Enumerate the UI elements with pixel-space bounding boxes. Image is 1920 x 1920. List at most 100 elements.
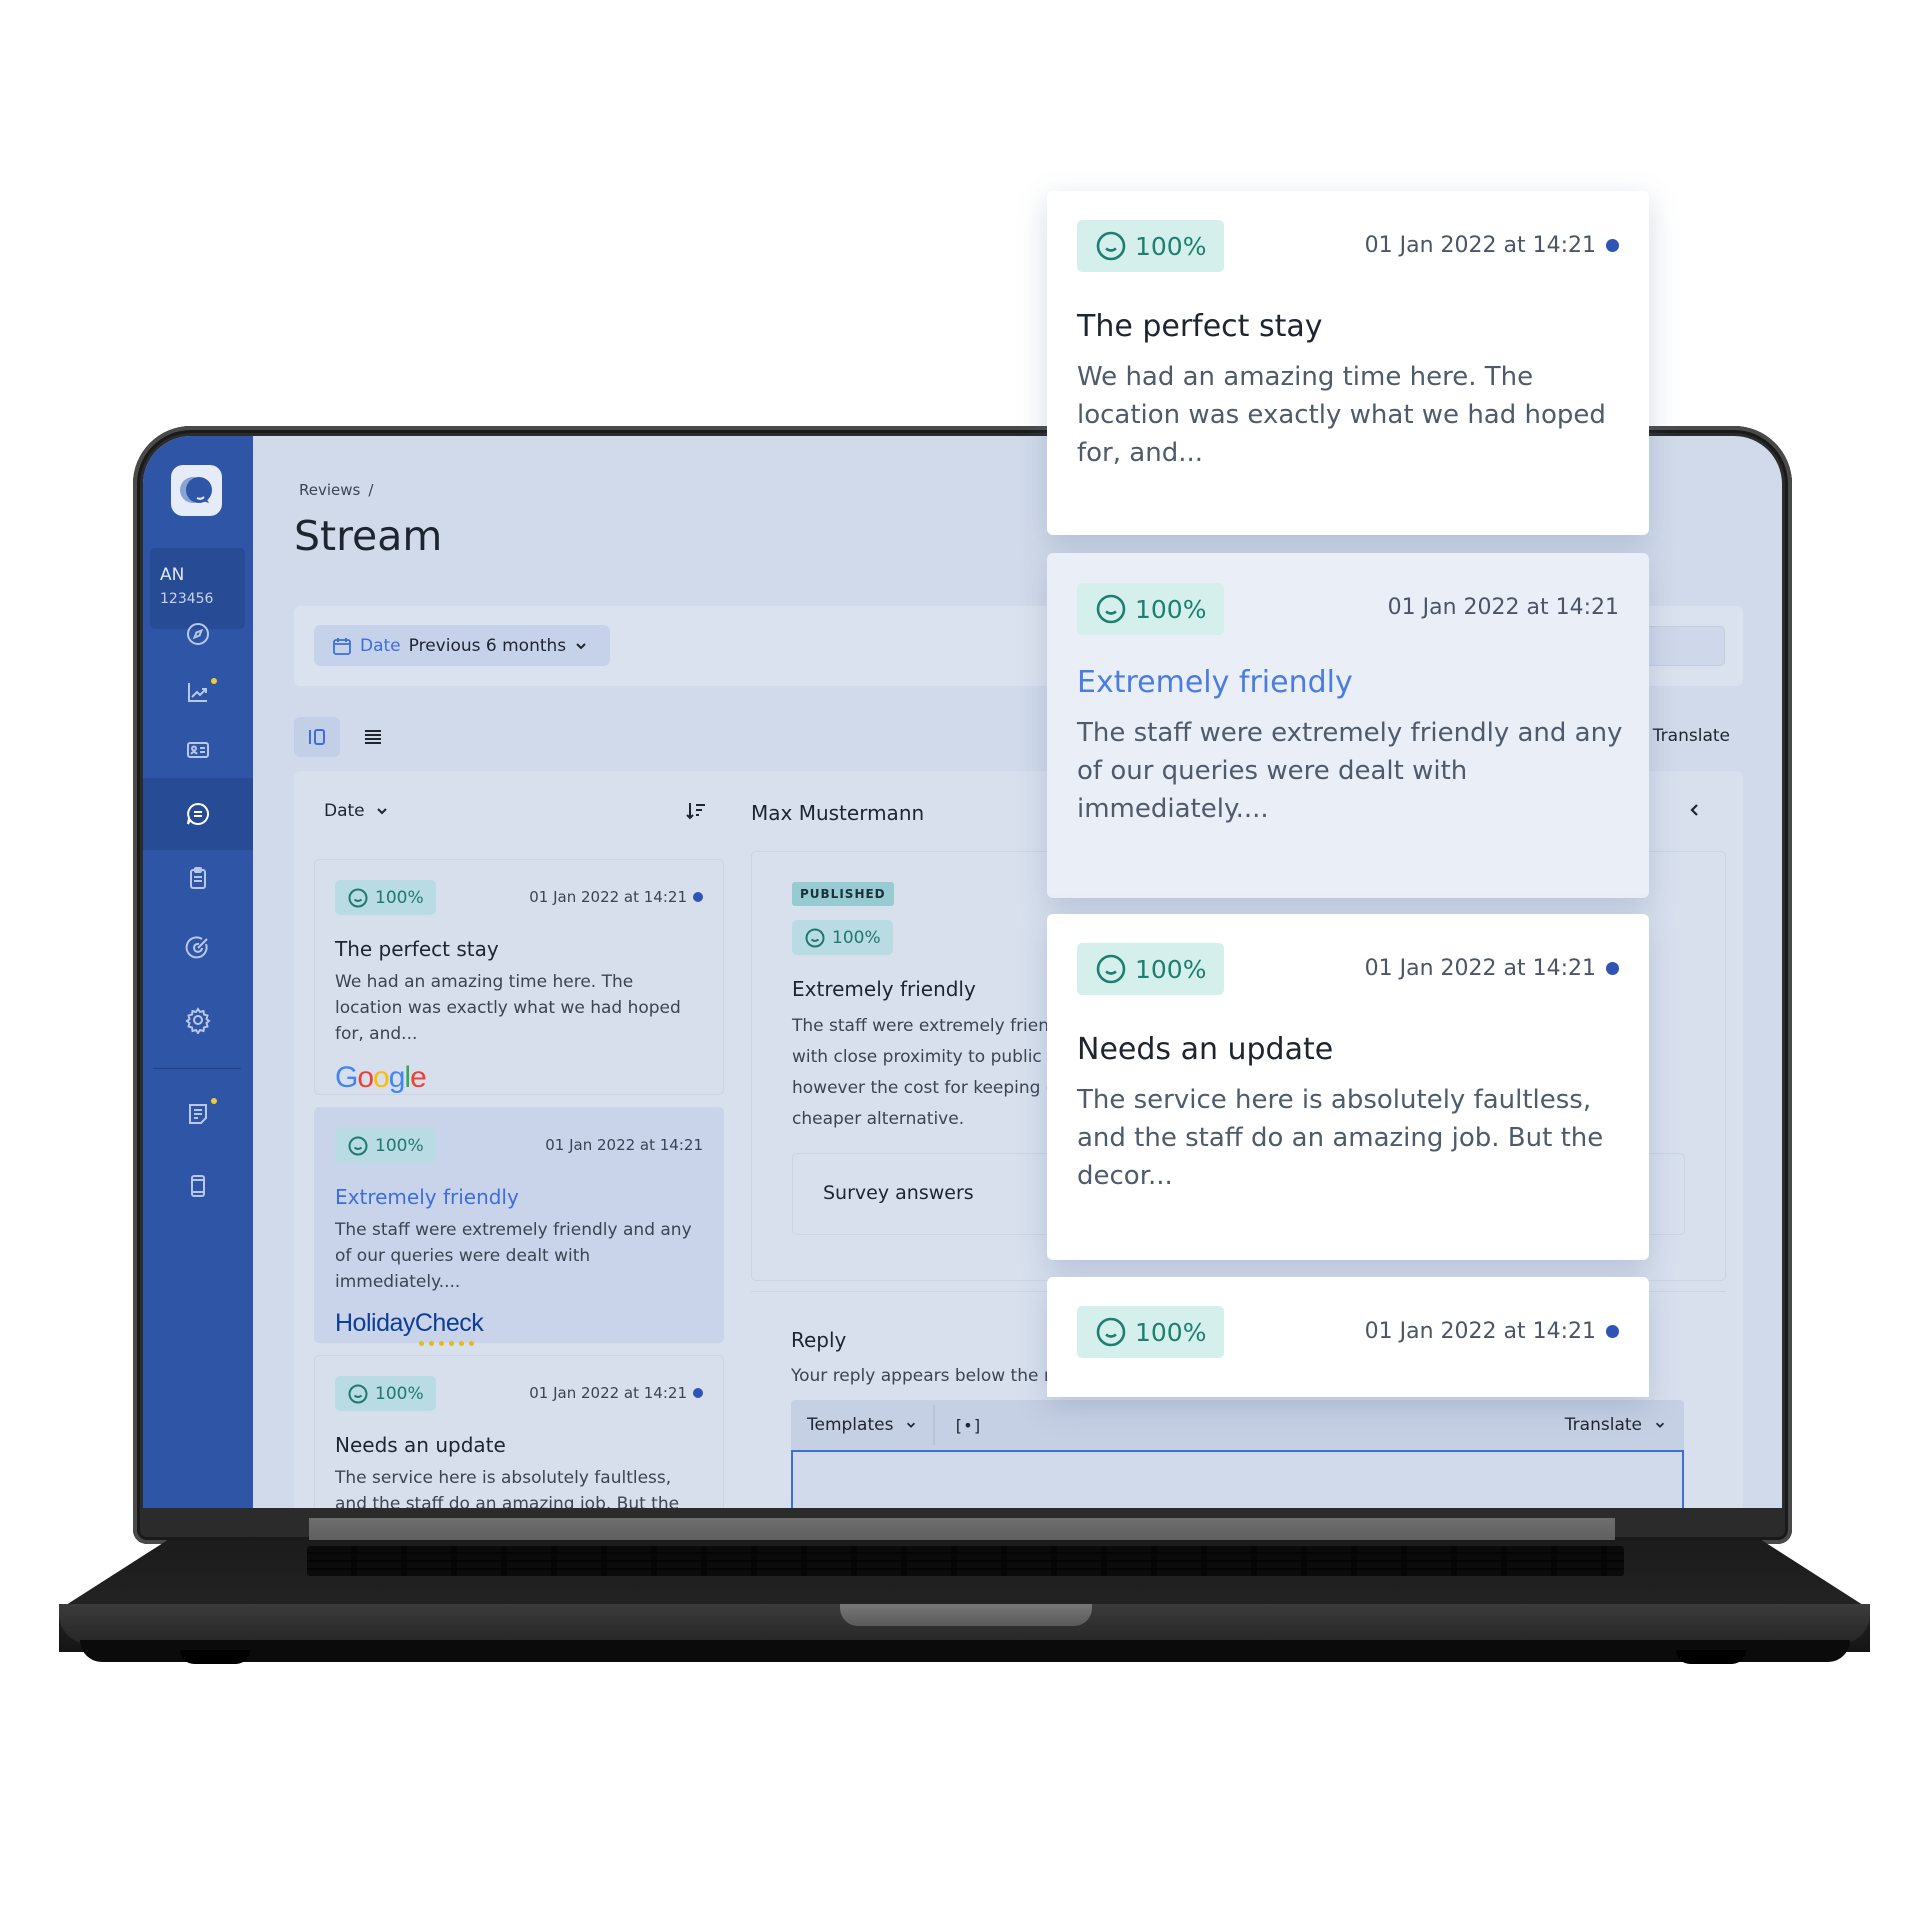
sentiment-score-badge: 100%	[1077, 1306, 1225, 1358]
sentiment-score-badge: 100%	[335, 1376, 436, 1411]
review-date: 01 Jan 2022 at 14:21	[545, 1136, 703, 1154]
sort-label: Date	[324, 801, 365, 821]
source-logo-google: Google	[335, 1061, 703, 1101]
date-filter-dropdown[interactable]: Date Previous 6 months	[314, 625, 611, 666]
score-value: 100%	[375, 887, 424, 908]
sidebar-item-surveys[interactable]	[143, 842, 253, 914]
unread-dot	[1606, 962, 1619, 975]
sentiment-score-badge: 100%	[1077, 943, 1225, 995]
review-date-text: 01 Jan 2022 at 14:21	[529, 888, 687, 906]
reply-translate-dropdown[interactable]: Translate	[1565, 1415, 1684, 1435]
templates-dropdown[interactable]: Templates	[791, 1405, 936, 1445]
unread-dot	[1606, 239, 1619, 252]
review-title: Needs an update	[1077, 1032, 1334, 1067]
review-list-item[interactable]: 100% 01 Jan 2022 at 14:21 The perfect st…	[314, 859, 724, 1095]
app-logo[interactable]	[171, 465, 222, 516]
list-view-button[interactable]	[350, 717, 396, 757]
review-list-item[interactable]: 100% 01 Jan 2022 at 14:21 Needs an updat…	[314, 1355, 724, 1508]
review-date: 01 Jan 2022 at 14:21	[1365, 956, 1619, 981]
insert-variable-button[interactable]: [•]	[935, 1416, 1000, 1435]
notification-dot	[211, 678, 217, 684]
review-title: Extremely friendly	[1077, 665, 1353, 700]
review-date-text: 01 Jan 2022 at 14:21	[545, 1136, 703, 1154]
date-filter-value: Previous 6 months	[408, 635, 567, 656]
review-date: 01 Jan 2022 at 14:21	[1365, 1319, 1619, 1344]
unread-dot	[693, 892, 703, 902]
sort-order-button[interactable]	[684, 799, 708, 827]
gear-icon	[185, 1007, 211, 1034]
laptop-foot	[1676, 1650, 1746, 1664]
calendar-icon	[333, 637, 351, 655]
review-title: The perfect stay	[335, 937, 499, 961]
breadcrumb-separator: /	[368, 481, 374, 499]
sidebar-item-settings[interactable]	[143, 984, 253, 1056]
chevron-left-icon[interactable]	[1687, 802, 1703, 818]
id-card-icon	[187, 742, 209, 758]
floating-review-card[interactable]: 100% 01 Jan 2022 at 14:21 The perfect st…	[1047, 191, 1649, 535]
sort-descending-icon	[686, 803, 705, 820]
holidaycheck-logo: HolidayCheck	[335, 1309, 484, 1346]
breadcrumb-reviews[interactable]: Reviews	[299, 481, 360, 499]
review-date-text: 01 Jan 2022 at 14:21	[1364, 1319, 1596, 1344]
target-icon	[185, 936, 208, 959]
sidebar-item-mobile[interactable]	[143, 1150, 253, 1222]
smiley-icon	[348, 888, 368, 907]
floating-review-card[interactable]: 100% 01 Jan 2022 at 14:21	[1047, 1277, 1649, 1397]
split-view-icon	[309, 729, 325, 745]
google-logo: Google	[335, 1061, 427, 1094]
split-view-button[interactable]	[294, 717, 340, 757]
logo-icon	[180, 477, 212, 503]
unread-dot	[693, 1388, 703, 1398]
laptop-foot	[180, 1650, 250, 1664]
review-excerpt: The service here is absolutely faultless…	[1077, 1085, 1604, 1191]
sidebar-item-profiles[interactable]	[143, 714, 253, 786]
score-value: 100%	[375, 1383, 424, 1404]
chat-bubble-icon	[187, 802, 209, 825]
reply-translate-label: Translate	[1564, 1415, 1642, 1435]
breadcrumb: Reviews /	[299, 481, 373, 499]
sentiment-score-badge: 100%	[1077, 583, 1225, 635]
review-excerpt: We had an amazing time here. The locatio…	[335, 972, 681, 1044]
translate-toggle[interactable]: Translate	[1653, 726, 1730, 746]
smiley-icon	[805, 928, 825, 947]
clipboard-icon	[190, 867, 206, 889]
review-date-text: 01 Jan 2022 at 14:21	[529, 1384, 687, 1402]
smiley-icon	[1096, 231, 1126, 261]
review-excerpt: We had an amazing time here. The locatio…	[1077, 362, 1606, 468]
review-date: 01 Jan 2022 at 14:21	[529, 1384, 703, 1402]
smiley-icon	[348, 1384, 368, 1403]
review-author: Max Mustermann	[751, 801, 925, 825]
chevron-down-icon	[1655, 1422, 1665, 1428]
laptop-base-bottom	[80, 1640, 1850, 1662]
sidebar-divider	[153, 1068, 241, 1069]
smiley-icon	[1096, 954, 1126, 984]
score-value: 100%	[375, 1135, 424, 1156]
sidebar-item-reviews[interactable]	[143, 778, 253, 850]
review-date: 01 Jan 2022 at 14:21	[1388, 595, 1619, 620]
sidebar-item-goals[interactable]	[143, 912, 253, 984]
sidebar-item-notes[interactable]	[143, 1078, 253, 1150]
review-date-text: 01 Jan 2022 at 14:21	[1387, 595, 1619, 620]
smiley-icon	[348, 1136, 368, 1155]
review-title: Needs an update	[335, 1433, 506, 1457]
chevron-down-icon	[576, 642, 586, 649]
floating-review-card-highlighted[interactable]: 100% 01 Jan 2022 at 14:21 Extremely frie…	[1047, 553, 1649, 898]
laptop-keyboard	[307, 1546, 1624, 1576]
smiley-icon	[1096, 1317, 1126, 1347]
review-list-item-selected[interactable]: 100% 01 Jan 2022 at 14:21 Extremely frie…	[314, 1107, 724, 1346]
sidebar: AN 123456	[143, 436, 253, 1508]
status-badge: PUBLISHED	[792, 882, 894, 906]
review-date-text: 01 Jan 2022 at 14:21	[1364, 233, 1596, 258]
reply-textarea[interactable]	[791, 1450, 1684, 1508]
review-date-text: 01 Jan 2022 at 14:21	[1364, 956, 1596, 981]
sentiment-score-badge: 100%	[335, 880, 436, 915]
score-value: 100%	[1135, 1317, 1207, 1347]
review-excerpt: The staff were extremely friendly and an…	[335, 1220, 692, 1292]
sentiment-score-badge: 100%	[1077, 220, 1225, 272]
trend-chart-icon	[188, 683, 207, 702]
score-value: 100%	[832, 927, 881, 948]
floating-review-card[interactable]: 100% 01 Jan 2022 at 14:21 Needs an updat…	[1047, 914, 1649, 1260]
chevron-down-icon	[376, 808, 387, 815]
review-date: 01 Jan 2022 at 14:21	[1365, 233, 1619, 258]
sort-dropdown[interactable]: Date	[324, 801, 389, 821]
